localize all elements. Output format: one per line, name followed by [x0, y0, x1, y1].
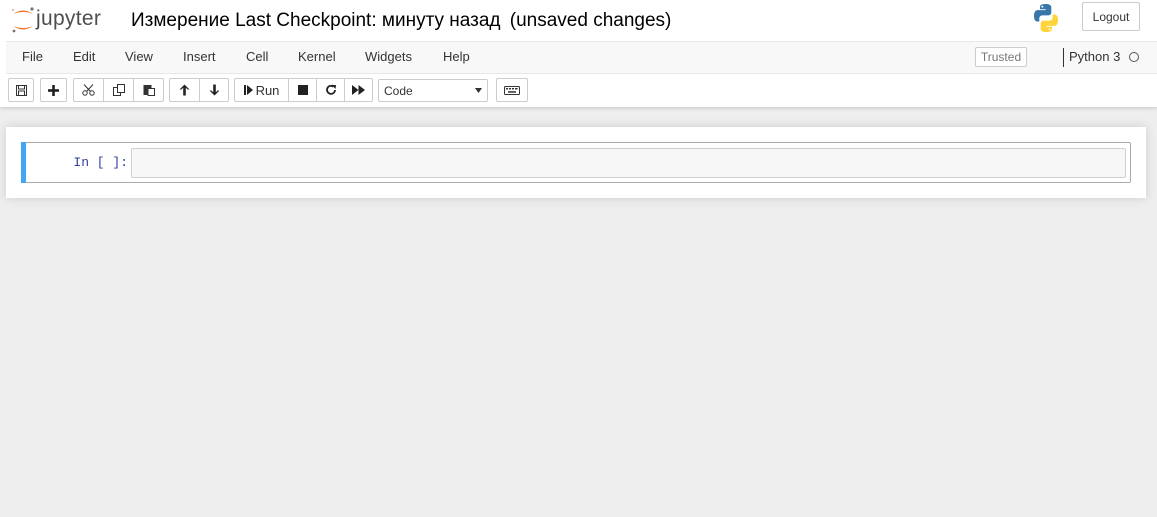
paste-icon: [143, 85, 155, 96]
logout-button[interactable]: Logout: [1082, 2, 1140, 31]
cell-input-prompt: In [ ]:: [73, 155, 128, 170]
menu-insert[interactable]: Insert: [183, 42, 216, 73]
notebook-name[interactable]: Измерение: [131, 10, 230, 31]
run-button[interactable]: Run: [234, 78, 289, 102]
move-down-button[interactable]: [199, 78, 229, 102]
arrow-down-icon: [209, 84, 219, 96]
keyboard-icon: [504, 85, 520, 95]
menu-view[interactable]: View: [125, 42, 153, 73]
command-palette-button[interactable]: [496, 78, 528, 102]
cell-type-value: Code: [384, 84, 413, 98]
restart-icon: [325, 84, 336, 95]
menu-cell[interactable]: Cell: [246, 42, 268, 73]
cut-icon: [82, 84, 95, 96]
insert-cell-button[interactable]: [40, 78, 67, 102]
cell-type-select[interactable]: Code: [378, 79, 488, 102]
restart-run-all-button[interactable]: [344, 78, 373, 102]
menu-file[interactable]: File: [22, 42, 43, 73]
interrupt-kernel-button[interactable]: [288, 78, 317, 102]
menu-help[interactable]: Help: [443, 42, 470, 73]
code-input[interactable]: [131, 148, 1126, 178]
checkpoint-label: Last Checkpoint:: [235, 10, 377, 31]
chevron-down-icon: [475, 88, 482, 93]
step-forward-icon: [243, 85, 253, 95]
kernel-divider: [1063, 48, 1064, 67]
menu-widgets[interactable]: Widgets: [365, 42, 412, 73]
toolbar: Run Code: [0, 72, 1157, 107]
copy-icon: [112, 84, 125, 96]
jupyter-logo[interactable]: jupyter: [10, 3, 118, 37]
notebook-container: In [ ]:: [6, 127, 1146, 198]
arrow-up-icon: [179, 84, 190, 96]
cut-button[interactable]: [73, 78, 104, 102]
checkpoint-time: минуту назад: [381, 10, 501, 31]
save-button[interactable]: [8, 78, 34, 102]
menu-edit[interactable]: Edit: [73, 42, 95, 73]
paste-button[interactable]: [133, 78, 164, 102]
plus-icon: [48, 84, 59, 96]
copy-button[interactable]: [103, 78, 134, 102]
fast-forward-icon: [352, 85, 365, 95]
menubar: File Edit View Insert Cell Kernel Widget…: [6, 41, 1157, 74]
jupyter-logo-icon: [12, 7, 34, 33]
move-up-button[interactable]: [169, 78, 200, 102]
title-bar: jupyter Измерение Last Checkpoint: минут…: [0, 0, 1157, 42]
save-icon: [15, 84, 27, 96]
kernel-name: Python 3: [1069, 49, 1121, 64]
menu-kernel[interactable]: Kernel: [298, 42, 336, 73]
header: jupyter Измерение Last Checkpoint: минут…: [0, 0, 1157, 107]
run-label: Run: [255, 82, 280, 98]
cell-selection-bar: [21, 142, 26, 183]
restart-kernel-button[interactable]: [316, 78, 345, 102]
code-cell[interactable]: In [ ]:: [21, 142, 1131, 183]
stop-icon: [297, 85, 308, 95]
notebook-title: Измерение Last Checkpoint: минуту назад …: [131, 9, 671, 33]
autosave-status: (unsaved changes): [509, 10, 672, 31]
kernel-idle-indicator-icon: [1129, 52, 1139, 62]
python-logo-icon: [1034, 4, 1058, 32]
trusted-badge[interactable]: Trusted: [975, 47, 1027, 67]
logo-wordmark: jupyter: [36, 7, 102, 30]
